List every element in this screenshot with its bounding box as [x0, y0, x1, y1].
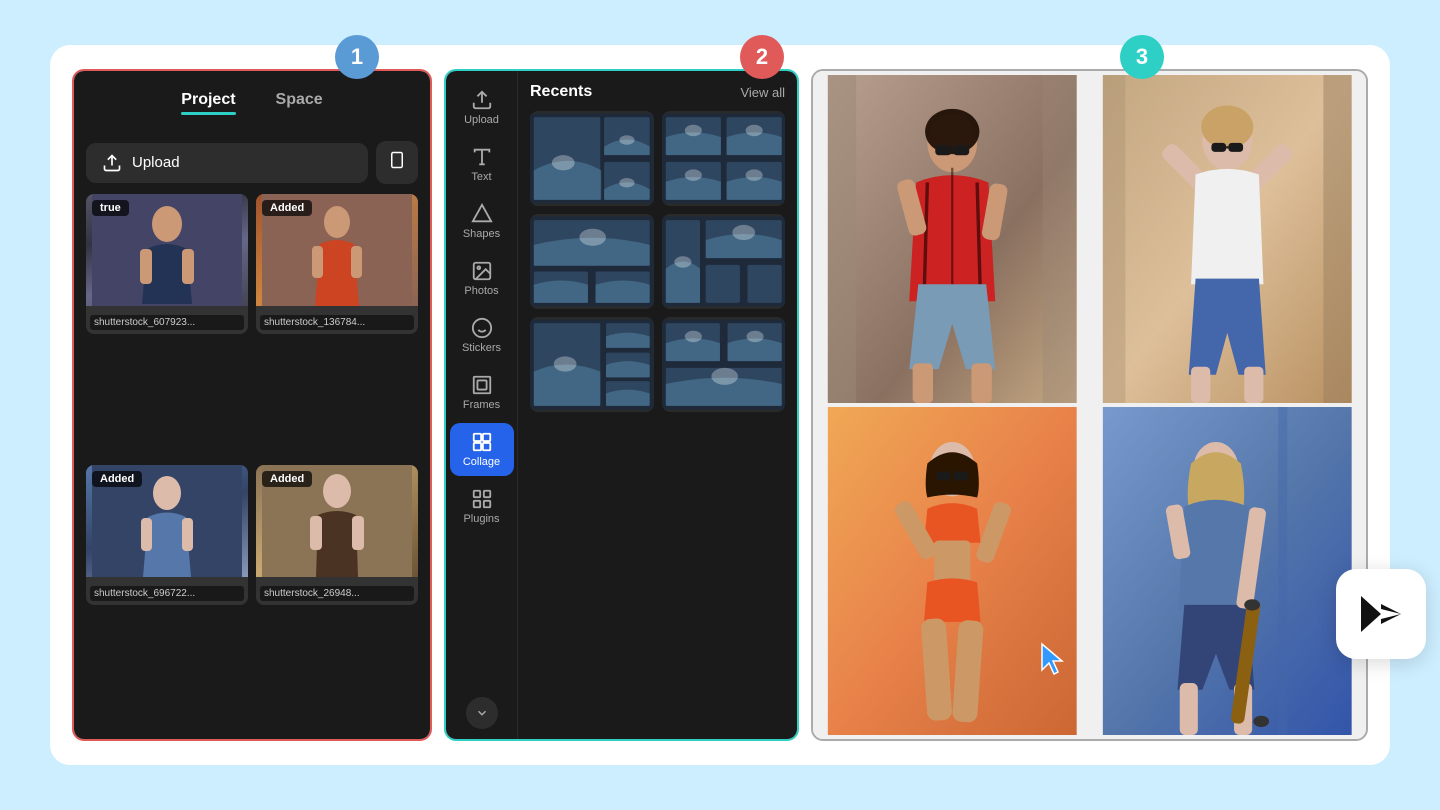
nav-shapes-label: Shapes — [463, 228, 500, 240]
added-badge-2: Added — [262, 200, 312, 216]
stickers-nav-icon — [471, 317, 493, 339]
tab-project[interactable]: Project — [181, 91, 235, 119]
tabs-row: Project Space — [86, 83, 418, 127]
nav-shapes[interactable]: Shapes — [450, 195, 514, 248]
shapes-nav-icon — [471, 203, 493, 225]
template-5-preview — [530, 317, 654, 412]
added-badge-1: true — [92, 200, 129, 216]
photo-item-1 — [817, 75, 1088, 403]
cursor-pointer — [1036, 642, 1068, 674]
nav-upload-label: Upload — [464, 114, 499, 126]
collage-template-4[interactable] — [662, 214, 786, 309]
image-label-2: shutterstock_136784... — [260, 315, 414, 330]
upload-row: Upload — [86, 141, 418, 184]
upload-button[interactable]: Upload — [86, 143, 368, 183]
cursor-arrow-icon — [1036, 642, 1072, 678]
collage-template-2[interactable] — [662, 111, 786, 206]
template-6-preview — [662, 317, 786, 412]
panel-2-wrapper: Upload Text Shapes — [444, 69, 799, 741]
image-card-1[interactable]: true shutterstock_607923... — [86, 194, 248, 334]
image-card-3[interactable]: Added shutterstock_696722... — [86, 465, 248, 605]
upload-nav-icon — [471, 89, 493, 111]
panel-2: Upload Text Shapes — [446, 71, 797, 739]
collage-templates-grid — [530, 111, 785, 412]
nav-stickers-label: Stickers — [462, 342, 501, 354]
nav-photos-label: Photos — [464, 285, 498, 297]
text-nav-icon — [471, 146, 493, 168]
upload-icon — [102, 153, 122, 173]
template-4-preview — [662, 214, 786, 309]
collage-template-5[interactable] — [530, 317, 654, 412]
phone-icon — [388, 151, 406, 169]
photos-nav-icon — [471, 260, 493, 282]
template-2-preview — [662, 111, 786, 206]
images-grid: true shutterstock_607923... Added — [86, 194, 418, 727]
recents-title: Recents — [530, 83, 592, 101]
capcut-logo-icon — [1353, 586, 1409, 642]
phone-button[interactable] — [376, 141, 418, 184]
nav-plugins[interactable]: Plugins — [450, 480, 514, 533]
chevron-down-icon — [475, 706, 489, 720]
step-badge-2: 2 — [740, 35, 784, 79]
plugins-nav-icon — [471, 488, 493, 510]
image-card-2[interactable]: Added shutterstock_136784... — [256, 194, 418, 334]
main-container: 1 2 3 Project Space Upload — [50, 45, 1390, 765]
photo-fashion-3 — [817, 407, 1088, 735]
nav-plugins-label: Plugins — [463, 513, 499, 525]
collage-nav-icon — [471, 431, 493, 453]
added-badge-4: Added — [262, 471, 312, 487]
image-label-1: shutterstock_607923... — [90, 315, 244, 330]
photo-item-4 — [1092, 407, 1363, 735]
photo-fashion-1 — [817, 75, 1088, 403]
step-badge-1: 1 — [335, 35, 379, 79]
collage-template-3[interactable] — [530, 214, 654, 309]
image-label-3: shutterstock_696722... — [90, 586, 244, 601]
collage-template-1[interactable] — [530, 111, 654, 206]
nav-stickers[interactable]: Stickers — [450, 309, 514, 362]
collage-content: Recents View all — [518, 71, 797, 739]
sidebar-nav: Upload Text Shapes — [446, 71, 518, 739]
nav-photos[interactable]: Photos — [450, 252, 514, 305]
nav-text[interactable]: Text — [450, 138, 514, 191]
nav-frames[interactable]: Frames — [450, 366, 514, 419]
nav-collage[interactable]: Collage — [450, 423, 514, 476]
view-all-button[interactable]: View all — [740, 85, 785, 100]
frames-nav-icon — [471, 374, 493, 396]
recents-header: Recents View all — [530, 83, 785, 101]
tab-space[interactable]: Space — [276, 91, 323, 119]
nav-expand-button[interactable] — [466, 697, 498, 729]
photo-item-3 — [817, 407, 1088, 735]
photo-item-2 — [1092, 75, 1363, 403]
template-1-preview — [530, 111, 654, 206]
added-badge-3: Added — [92, 471, 142, 487]
nav-frames-label: Frames — [463, 399, 500, 411]
panel-3-wrapper — [811, 69, 1368, 741]
panel-1-wrapper: Project Space Upload — [72, 69, 432, 741]
photo-fashion-2 — [1092, 75, 1363, 403]
image-card-4[interactable]: Added shutterstock_26948... — [256, 465, 418, 605]
photo-fashion-4 — [1092, 407, 1363, 735]
panel-1: Project Space Upload — [74, 71, 430, 739]
collage-template-6[interactable] — [662, 317, 786, 412]
nav-collage-label: Collage — [463, 456, 500, 468]
nav-upload[interactable]: Upload — [450, 81, 514, 134]
image-label-4: shutterstock_26948... — [260, 586, 414, 601]
panel-3 — [813, 71, 1366, 739]
app-logo — [1336, 569, 1426, 659]
step-badge-3: 3 — [1120, 35, 1164, 79]
nav-text-label: Text — [471, 171, 491, 183]
template-3-preview — [530, 214, 654, 309]
